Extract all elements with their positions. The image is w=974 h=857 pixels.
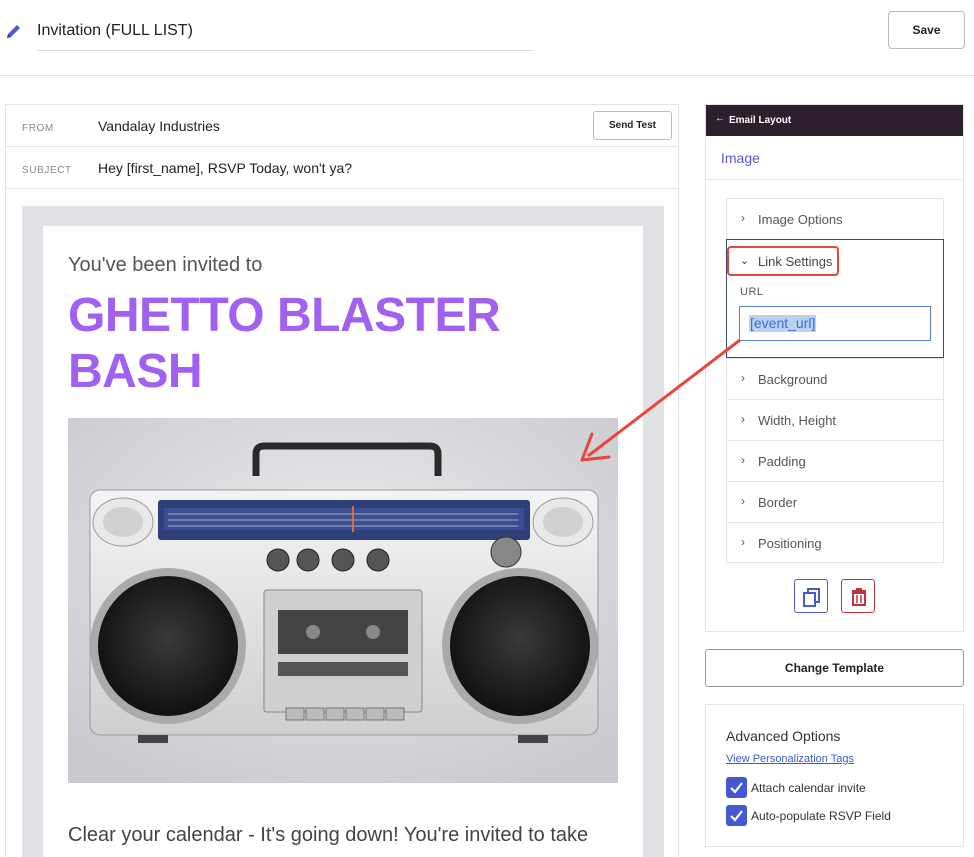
- accordion-label: Padding: [758, 454, 806, 469]
- email-body: You've been invited to GHETTO BLASTER BA…: [43, 226, 643, 857]
- trash-icon: [852, 588, 866, 606]
- subject-field[interactable]: Hey [first_name], RSVP Today, won't ya?: [98, 160, 352, 176]
- attach-calendar-label[interactable]: Attach calendar invite: [751, 781, 866, 795]
- checkmark-icon: [730, 810, 743, 822]
- from-label: FROM: [22, 123, 54, 134]
- boombox-image[interactable]: [68, 418, 618, 783]
- accordion-link-settings: ⌄ Link Settings URL [event_url]: [726, 239, 944, 358]
- page-title[interactable]: Invitation (FULL LIST): [37, 22, 193, 40]
- panel-header[interactable]: ← Email Layout: [706, 105, 963, 136]
- change-template-button[interactable]: Change Template: [705, 649, 964, 687]
- arrow-left-icon[interactable]: ←: [715, 113, 725, 124]
- accordion-label: Positioning: [758, 536, 822, 551]
- attach-calendar-checkbox[interactable]: [726, 777, 747, 798]
- body-text[interactable]: Clear your calendar - It's going down! Y…: [68, 824, 588, 847]
- accordion-positioning[interactable]: › Positioning: [726, 522, 944, 563]
- chevron-right-icon: ›: [741, 211, 745, 225]
- accordion-label: Border: [758, 495, 798, 510]
- url-label: URL: [740, 286, 764, 298]
- chevron-right-icon: ›: [741, 453, 745, 467]
- from-row: FROM Vandalay Industries Send Test: [6, 105, 678, 147]
- from-field[interactable]: Vandalay Industries: [98, 118, 220, 134]
- subject-label: SUBJECT: [22, 165, 72, 176]
- email-preview-canvas: You've been invited to GHETTO BLASTER BA…: [22, 206, 664, 857]
- chevron-right-icon: ›: [741, 412, 745, 426]
- link-settings-header[interactable]: ⌄ Link Settings: [727, 246, 839, 276]
- accordion-width-height[interactable]: › Width, Height: [726, 399, 944, 440]
- auto-populate-rsvp-checkbox[interactable]: [726, 805, 747, 826]
- chevron-down-icon: ⌄: [740, 255, 750, 267]
- delete-button[interactable]: [841, 579, 875, 613]
- email-layout-panel: ← Email Layout Image › Image Options ⌄ L…: [705, 104, 964, 632]
- advanced-options: Advanced Options View Personalization Ta…: [705, 704, 964, 847]
- accordion-label: Image Options: [758, 212, 843, 227]
- subject-row: SUBJECT Hey [first_name], RSVP Today, wo…: [6, 147, 678, 189]
- advanced-options-title: Advanced Options: [726, 728, 841, 744]
- save-button[interactable]: Save: [888, 11, 965, 49]
- url-value[interactable]: [event_url]: [749, 315, 817, 332]
- section-title: Image: [721, 150, 760, 166]
- duplicate-button[interactable]: [794, 579, 828, 613]
- chevron-right-icon: ›: [741, 535, 745, 549]
- send-test-button[interactable]: Send Test: [593, 111, 672, 140]
- accordion-label: Background: [758, 372, 828, 387]
- intro-text[interactable]: You've been invited to: [68, 254, 262, 277]
- accordion-label: Width, Height: [758, 413, 837, 428]
- accordion-image-options[interactable]: › Image Options: [726, 198, 944, 239]
- personalization-tags-link[interactable]: View Personalization Tags: [726, 753, 854, 765]
- headline-text[interactable]: GHETTO BLASTER BASH: [68, 288, 568, 400]
- pencil-icon[interactable]: [5, 22, 23, 40]
- checkmark-icon: [730, 782, 743, 794]
- panel-section: Image: [706, 136, 963, 180]
- accordion-padding[interactable]: › Padding: [726, 440, 944, 481]
- chevron-right-icon: ›: [741, 494, 745, 508]
- accordion-border[interactable]: › Border: [726, 481, 944, 522]
- chevron-right-icon: ›: [741, 371, 745, 385]
- auto-populate-rsvp-label[interactable]: Auto-populate RSVP Field: [751, 809, 891, 823]
- accordion-background[interactable]: › Background: [726, 358, 944, 399]
- title-underline: [37, 50, 533, 51]
- header: Invitation (FULL LIST) Save: [0, 0, 974, 76]
- copy-icon: [803, 588, 820, 607]
- panel-header-label: Email Layout: [729, 115, 792, 126]
- accordion-label: Link Settings: [758, 254, 833, 269]
- email-editor: FROM Vandalay Industries Send Test SUBJE…: [5, 104, 679, 857]
